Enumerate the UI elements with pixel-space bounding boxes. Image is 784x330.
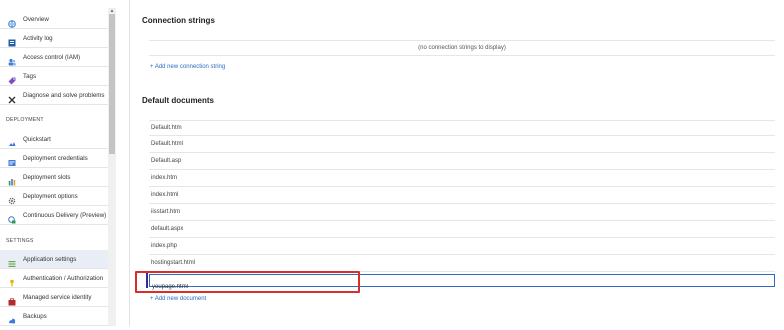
globe-icon	[8, 15, 16, 28]
tag-icon	[8, 72, 16, 85]
connection-strings-title: Connection strings	[142, 16, 215, 25]
identity-icon	[8, 293, 16, 306]
sidebar-item-label: Application settings	[23, 255, 77, 263]
document-name: default.aspx	[151, 226, 184, 232]
document-name: index.html	[151, 192, 179, 198]
gear-icon	[8, 192, 16, 205]
credentials-icon	[8, 154, 16, 166]
section-header-deployment: DEPLOYMENT	[6, 117, 44, 123]
sidebar-item-quickstart[interactable]: Quickstart	[0, 130, 108, 149]
sidebar-item-label: Continuous Delivery (Preview)	[23, 211, 107, 219]
sidebar-item-label: Authentication / Authorization	[23, 274, 104, 282]
document-row[interactable]: default.aspx	[149, 222, 775, 238]
document-row[interactable]: Default.htm	[149, 120, 775, 136]
sidebar-item-deployment-credentials[interactable]: Deployment credentials	[0, 149, 108, 168]
sidebar-item-label: Quickstart	[23, 135, 51, 143]
document-row[interactable]: index.html	[149, 188, 775, 204]
sidebar-item-label: Access control (IAM)	[23, 53, 81, 61]
sidebar-item-deployment-slots[interactable]: Deployment slots	[0, 168, 108, 187]
users-icon	[8, 53, 16, 66]
empty-message: (no connection strings to display)	[418, 45, 506, 51]
sidebar: Overview Activity log Access control (IA…	[0, 0, 117, 326]
sidebar-item-activity-log[interactable]: Activity log	[0, 29, 108, 48]
backup-icon	[8, 312, 16, 324]
document-name: Default.htm	[151, 125, 182, 131]
sidebar-scrollbar[interactable]	[108, 8, 116, 326]
sidebar-item-label: Managed service identity	[23, 293, 92, 301]
sidebar-item-label: Deployment slots	[23, 173, 71, 181]
sidebar-item-label: Deployment options	[23, 192, 78, 200]
sidebar-item-continuous-delivery[interactable]: Continuous Delivery (Preview)	[0, 206, 108, 225]
sidebar-item-label: Deployment credentials	[23, 154, 88, 162]
sidebar-item-label: Activity log	[23, 34, 53, 42]
sidebar-item-label: Overview	[23, 15, 49, 23]
add-connection-string-link[interactable]: + Add new connection string	[150, 64, 225, 70]
sidebar-item-label: Tags	[23, 72, 37, 80]
main-content: Connection strings (no connection string…	[130, 0, 784, 326]
sidebar-item-access-control[interactable]: Access control (IAM)	[0, 48, 108, 67]
document-row[interactable]: iisstart.htm	[149, 205, 775, 221]
sidebar-item-authentication[interactable]: Authentication / Authorization	[0, 269, 108, 288]
section-header-settings: SETTINGS	[6, 238, 34, 244]
scrollbar-thumb[interactable]	[109, 14, 115, 154]
sidebar-item-diagnose[interactable]: Diagnose and solve problems	[0, 86, 108, 105]
sidebar-item-deployment-options[interactable]: Deployment options	[0, 187, 108, 206]
key-icon	[8, 274, 16, 287]
sidebar-item-backups[interactable]: Backups	[0, 307, 108, 326]
document-row[interactable]: Default.html	[149, 137, 775, 153]
sidebar-item-label: Diagnose and solve problems	[23, 91, 105, 99]
log-icon	[8, 34, 16, 47]
document-row[interactable]: index.php	[149, 239, 775, 255]
cloud-icon	[8, 135, 16, 146]
slots-icon	[8, 173, 16, 186]
sidebar-item-tags[interactable]: Tags	[0, 67, 108, 86]
wrench-icon	[8, 91, 16, 104]
sidebar-item-application-settings[interactable]: Application settings	[0, 250, 108, 269]
connection-strings-empty-row: (no connection strings to display)	[149, 40, 775, 56]
document-row[interactable]: Default.asp	[149, 154, 775, 170]
add-document-link[interactable]: + Add new document	[150, 296, 206, 302]
scroll-up-icon[interactable]: ▲	[108, 8, 116, 14]
default-documents-title: Default documents	[142, 96, 215, 105]
document-name: Default.html	[151, 141, 184, 147]
annotation-highlight-box	[135, 271, 360, 293]
document-name: iisstart.htm	[151, 209, 181, 215]
document-name: hostingstart.html	[151, 260, 196, 266]
delivery-icon	[8, 211, 16, 224]
document-row[interactable]: hostingstart.html	[149, 256, 775, 272]
document-name: index.php	[151, 243, 178, 249]
sidebar-item-overview[interactable]: Overview	[0, 10, 108, 29]
settings-list-icon	[8, 255, 16, 267]
document-name: Default.asp	[151, 158, 182, 164]
sidebar-item-managed-identity[interactable]: Managed service identity	[0, 288, 108, 307]
document-name: index.htm	[151, 175, 178, 181]
sidebar-item-label: Backups	[23, 312, 47, 320]
document-row[interactable]: index.htm	[149, 171, 775, 187]
